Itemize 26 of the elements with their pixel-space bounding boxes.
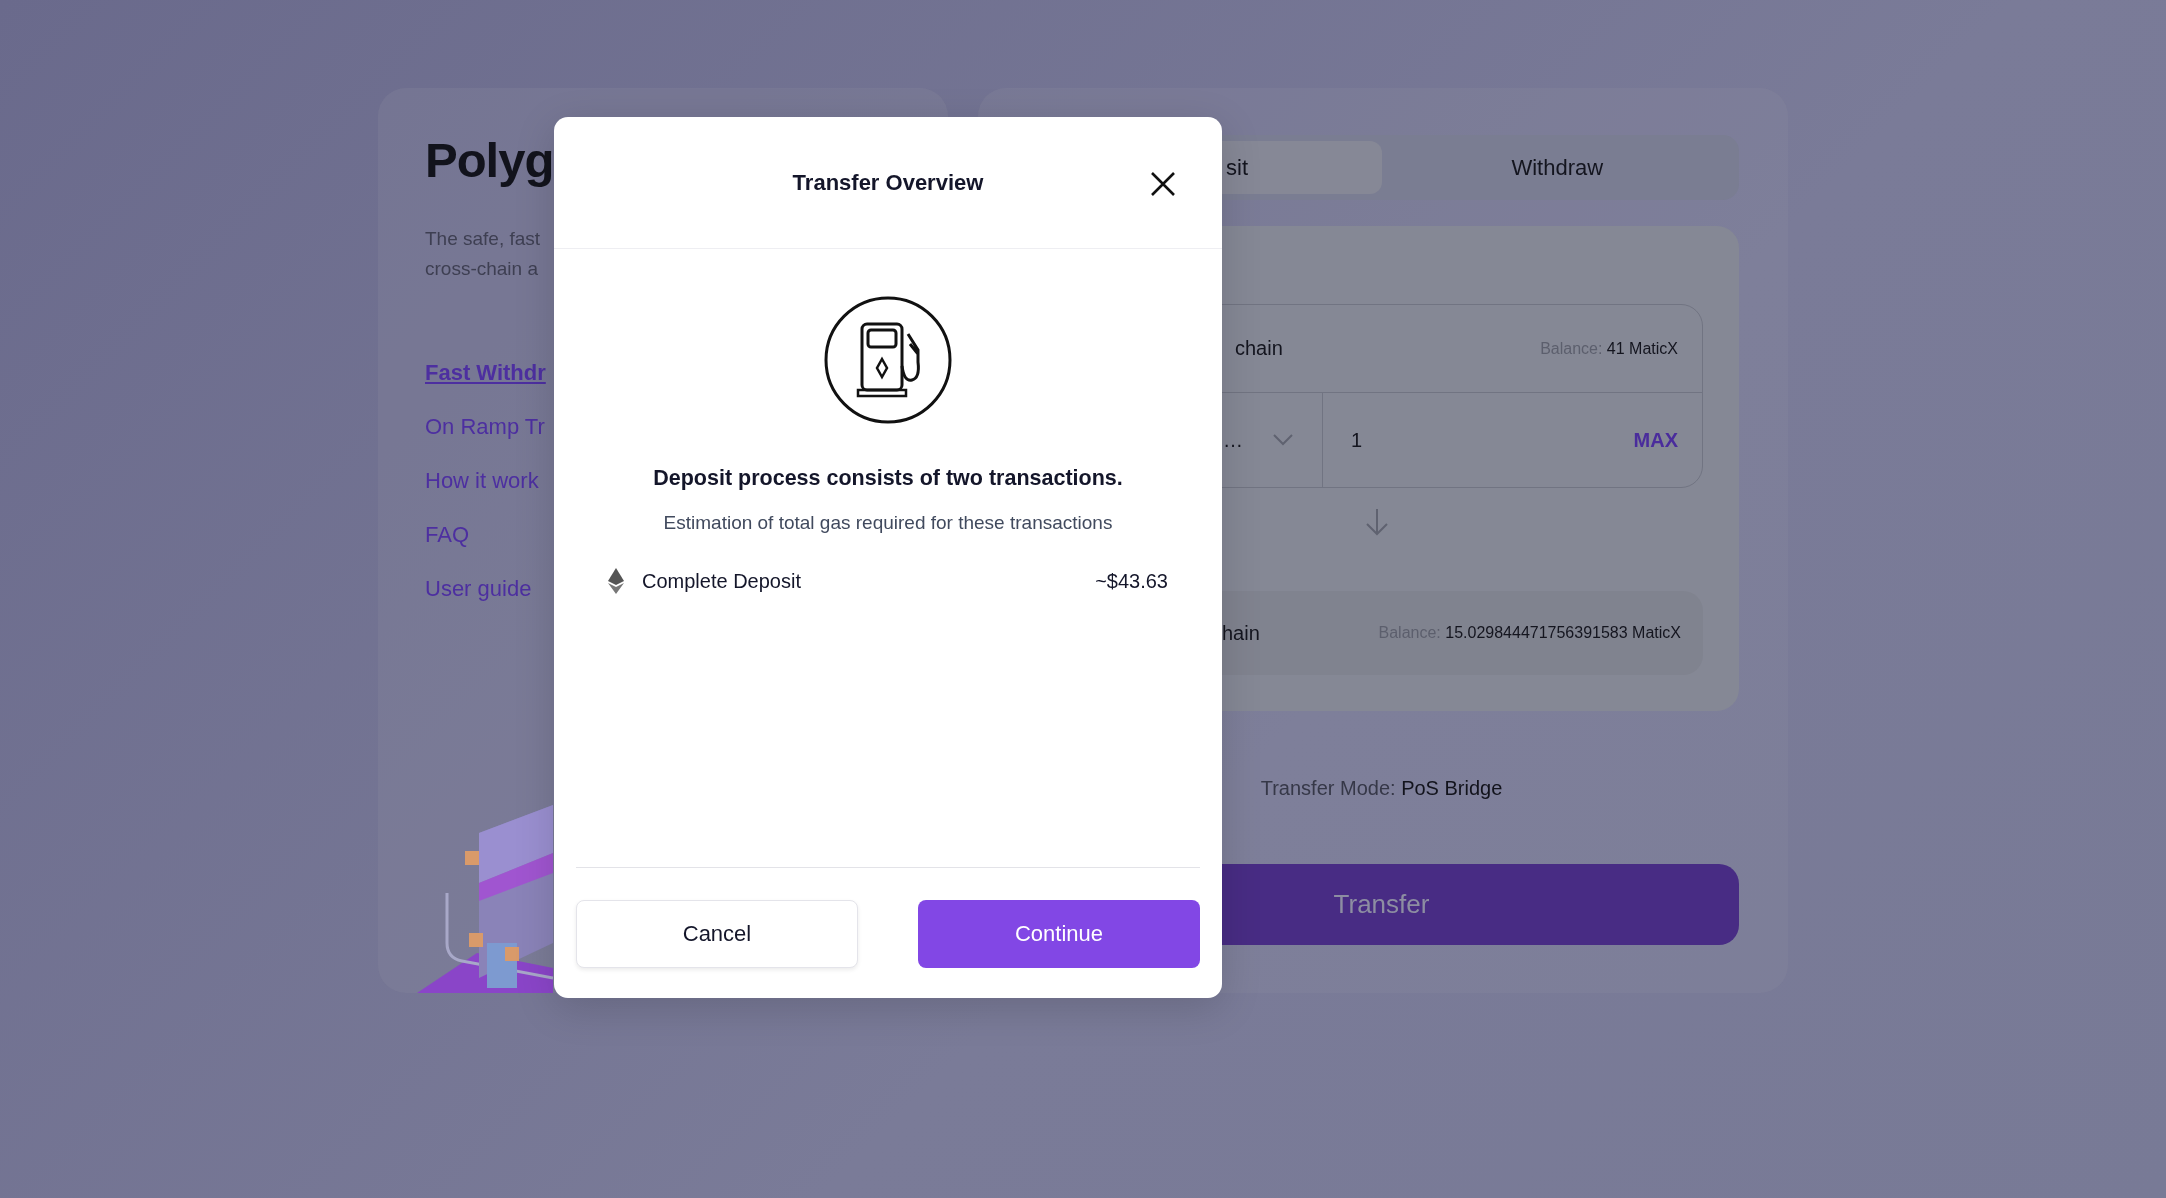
transaction-cost: ~$43.63 <box>1095 569 1168 593</box>
fuel-pump-icon <box>824 296 952 424</box>
modal-heading: Deposit process consists of two transactions. <box>653 465 1123 492</box>
tagline-text: cross-chain a <box>425 257 538 281</box>
modal-description: Estimation of total gas required for these transactions <box>663 511 1113 535</box>
token-select-text[interactable]: … <box>1223 428 1243 452</box>
max-button[interactable]: MAX <box>1633 428 1678 452</box>
cancel-button[interactable]: Cancel <box>576 900 858 968</box>
nav-link[interactable]: How it work <box>425 464 539 497</box>
nav-link[interactable]: FAQ <box>425 518 469 551</box>
nav-link[interactable]: User guide <box>425 572 532 605</box>
nav-link[interactable]: Fast Withdr <box>425 356 546 389</box>
network-label: hain <box>1222 621 1260 645</box>
app-title: Polyg <box>425 132 554 188</box>
transaction-label: Complete Deposit <box>642 569 802 593</box>
continue-button[interactable]: Continue <box>918 900 1200 968</box>
amount-input[interactable]: 1 <box>1351 428 1363 452</box>
arrow-down-icon <box>1364 508 1389 536</box>
transfer-mode-text: Transfer Mode: PoS Bridge <box>1260 776 1503 801</box>
modal-title: Transfer Overview <box>792 169 984 196</box>
tab[interactable]: Withdraw <box>1381 141 1733 194</box>
tagline-text: The safe, fast <box>425 227 541 251</box>
network-label: chain <box>1235 337 1283 360</box>
ethereum-icon <box>608 568 624 594</box>
nav-link[interactable]: On Ramp Tr <box>425 410 545 443</box>
close-icon[interactable] <box>1150 171 1176 197</box>
